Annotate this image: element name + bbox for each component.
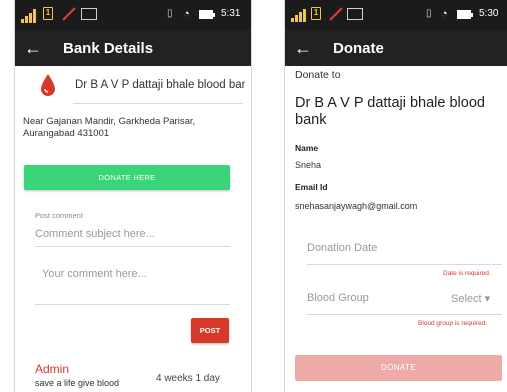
no-data-icon — [81, 8, 97, 20]
comment-body-input[interactable]: Your comment here... — [42, 268, 147, 280]
sim-icon: 1 — [43, 7, 53, 20]
post-comment-label: Post comment — [35, 211, 83, 220]
status-time: 5:31 — [221, 8, 241, 19]
comment-time: 4 weeks 1 day — [156, 373, 220, 384]
blood-drop-icon — [41, 74, 55, 96]
vibrate-icon: ▯ — [426, 8, 432, 19]
blood-group-error: Blood group is required. — [418, 320, 488, 327]
name-value: Sneha — [295, 160, 322, 170]
donate-here-button[interactable]: DONATE HERE — [24, 165, 230, 190]
back-arrow-icon[interactable]: ← — [15, 30, 51, 66]
no-data-icon — [347, 8, 363, 20]
no-data-icon — [329, 7, 343, 21]
blood-group-select[interactable]: Select ▾ — [451, 292, 490, 305]
donate-screen: 1 ▯ ◔ 5:30 ← Donate Donate to Dr B A V P… — [284, 0, 507, 392]
wifi-icon: ◔ — [183, 8, 190, 20]
wifi-icon: ◔ — [441, 8, 448, 20]
battery-icon — [457, 10, 473, 19]
battery-icon — [199, 10, 215, 19]
comment-text: save a life give blood — [35, 378, 120, 388]
donation-date-input[interactable]: Donation Date — [307, 242, 377, 254]
vibrate-icon: ▯ — [167, 8, 173, 19]
screenshot-stage: 1 ▯ ◔ 5:31 ← Bank Details Dr B A V P dat… — [0, 0, 507, 392]
bank-address: Near Gajanan Mandir, Garkheda Parisar, A… — [23, 116, 196, 139]
divider — [73, 103, 243, 104]
blood-group-value: Select — [451, 293, 482, 305]
status-time: 5:30 — [479, 8, 499, 19]
signal-icon — [291, 9, 309, 22]
donate-button[interactable]: DONATE — [295, 355, 502, 381]
back-arrow-icon[interactable]: ← — [285, 30, 321, 66]
divider — [35, 304, 230, 305]
date-error: Date is required. — [443, 270, 491, 277]
donate-to-label: Donate to — [295, 69, 341, 81]
divider — [35, 246, 230, 247]
signal-icon — [21, 9, 41, 23]
blood-group-label: Blood Group — [307, 292, 369, 304]
comment-subject-input[interactable]: Comment subject here... — [35, 228, 155, 240]
bank-name: Dr B A V P dattaji bhale blood bank — [75, 79, 245, 91]
page-title: Donate — [333, 39, 384, 57]
post-button[interactable]: POST — [191, 318, 229, 343]
status-bar: 1 ▯ ◔ 5:31 — [15, 0, 251, 30]
app-bar: ← Bank Details — [15, 30, 251, 66]
divider — [307, 314, 502, 315]
bank-details-screen: 1 ▯ ◔ 5:31 ← Bank Details Dr B A V P dat… — [14, 0, 252, 392]
comment-author: Admin — [35, 362, 70, 376]
email-value: snehasanjaywagh@gmail.com — [295, 201, 418, 211]
status-bar: 1 ▯ ◔ 5:30 — [285, 0, 507, 30]
chevron-down-icon: ▾ — [484, 293, 491, 305]
sim-icon: 1 — [311, 7, 321, 20]
bank-name: Dr B A V P dattaji bhale blood bank — [295, 95, 485, 128]
no-data-icon — [62, 7, 76, 21]
divider — [307, 264, 502, 265]
name-label: Name — [295, 143, 319, 153]
page-title: Bank Details — [63, 39, 154, 57]
email-label: Email Id — [295, 182, 328, 192]
app-bar: ← Donate — [285, 30, 507, 66]
